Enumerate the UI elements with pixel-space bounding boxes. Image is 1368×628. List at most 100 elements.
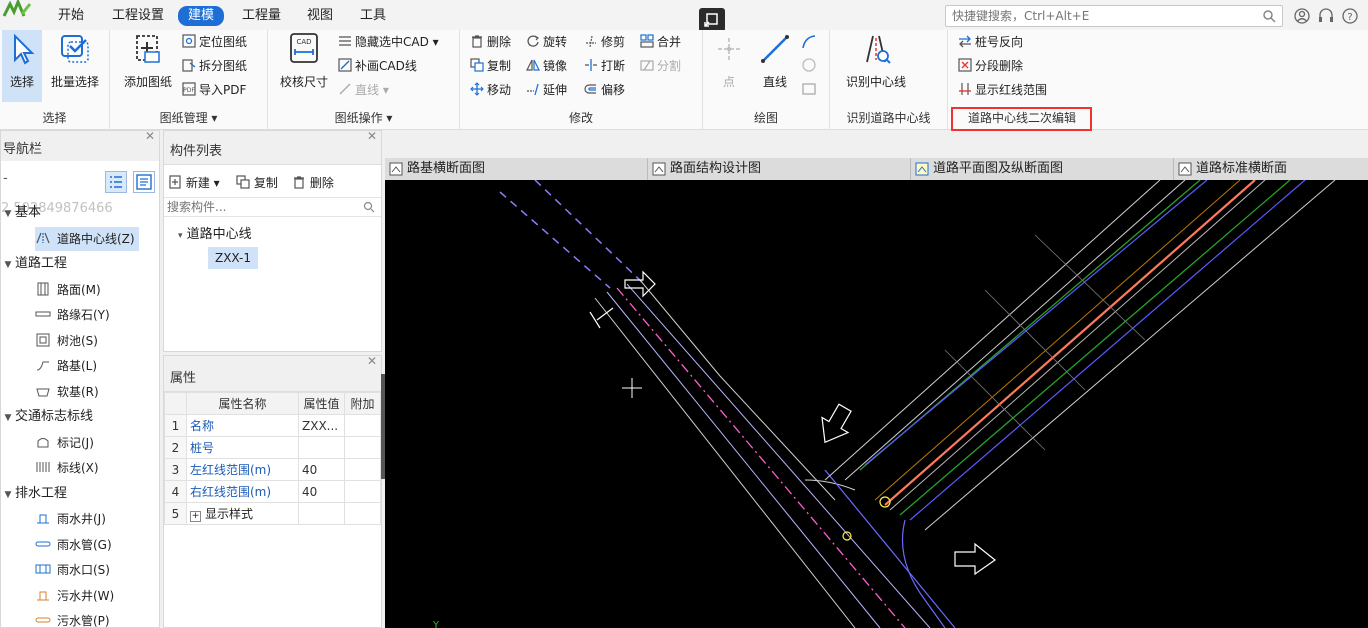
menu-tab-quantities[interactable]: 工程量 xyxy=(232,6,291,26)
property-additional[interactable] xyxy=(344,480,381,503)
property-value[interactable] xyxy=(298,436,345,459)
expand-plus-icon[interactable]: + xyxy=(190,511,201,522)
help-icon[interactable]: ? xyxy=(1341,7,1359,25)
nav-item[interactable]: 雨水管(G) xyxy=(35,533,116,557)
shortcut-search-box[interactable] xyxy=(945,5,1283,27)
close-icon[interactable]: ✕ xyxy=(367,129,377,143)
hide-selected-cad-button[interactable]: 隐藏选中CAD ▾ xyxy=(338,32,439,52)
component-group-centerline[interactable]: ▾ 道路中心线 xyxy=(178,223,252,242)
identify-centerline-button[interactable]: 识别中心线 xyxy=(836,30,916,102)
ribbon-group-identify-label: 识别道路中心线 xyxy=(846,111,931,125)
nav-item[interactable]: 污水管(P) xyxy=(35,609,114,628)
restore-window-button[interactable] xyxy=(699,8,725,32)
line-button-disabled[interactable]: 直线 ▾ xyxy=(338,80,389,100)
nav-item[interactable]: 路基(L) xyxy=(35,354,101,378)
close-icon[interactable]: ✕ xyxy=(145,129,155,143)
merge-button[interactable]: 合并 xyxy=(640,32,681,52)
new-component-button[interactable]: 新建 ▾ xyxy=(168,173,220,193)
nav-item[interactable]: 路缘石(Y) xyxy=(35,303,114,327)
nav-item[interactable]: 雨水口(S) xyxy=(35,558,114,582)
calibrate-size-button[interactable]: CAD 校核尺寸 xyxy=(272,30,336,102)
component-item-selected[interactable]: ZXX-1 xyxy=(208,247,258,269)
trim-button[interactable]: 修剪 xyxy=(584,32,625,52)
rotate-button[interactable]: 旋转 xyxy=(526,32,567,52)
ribbon-group-drawing-management-label[interactable]: 图纸管理 ▾ xyxy=(110,109,267,126)
menu-tab-project-settings[interactable]: 工程设置 xyxy=(102,6,174,26)
nav-item[interactable]: 道路中心线(Z) xyxy=(35,226,139,251)
component-search-input[interactable] xyxy=(167,200,357,214)
tab-road-plan-profile[interactable]: 道路平面图及纵断面图 xyxy=(911,158,1174,180)
menu-tab-view[interactable]: 视图 xyxy=(297,6,343,26)
nav-item[interactable]: 软基(R) xyxy=(35,380,103,404)
arc-icon[interactable] xyxy=(801,34,817,50)
shortcut-search-input[interactable] xyxy=(952,9,1252,23)
property-row[interactable]: 5 + 显示样式 xyxy=(164,502,381,525)
locate-drawing-button[interactable]: 定位图纸 xyxy=(182,32,247,52)
ribbon-group-drawing-operations-label[interactable]: 图纸操作 ▾ xyxy=(268,109,459,126)
select-button[interactable]: 选择 xyxy=(2,30,42,102)
nav-item[interactable]: 路面(M) xyxy=(35,278,105,302)
nav-category[interactable]: ▼ 交通标志标线 xyxy=(1,405,93,429)
split-button-disabled[interactable]: 分割 xyxy=(640,56,681,76)
tab-pavement-structure[interactable]: 路面结构设计图 xyxy=(648,158,911,180)
detail-view-button[interactable] xyxy=(133,171,155,193)
segment-delete-button[interactable]: 分段删除 xyxy=(958,56,1023,76)
property-value[interactable]: 40 xyxy=(298,458,345,481)
delete-component-button[interactable]: 删除 xyxy=(292,173,334,193)
copy-component-button[interactable]: 复制 xyxy=(236,173,278,193)
fill-cad-line-button[interactable]: 补画CAD线 xyxy=(338,56,417,76)
draw-line-button[interactable]: 直线 xyxy=(755,30,795,102)
property-row[interactable]: 4 右红线范围(m) 40 xyxy=(164,480,381,503)
draw-point-button[interactable]: 点 xyxy=(711,30,747,102)
copy-button[interactable]: 复制 xyxy=(470,56,511,76)
nav-filter-toggle[interactable]: - xyxy=(3,171,8,186)
cad-drawing-canvas[interactable]: Y xyxy=(385,180,1368,628)
tab-road-standard-cross-section[interactable]: 道路标准横断面 xyxy=(1174,158,1368,180)
menu-tab-tools[interactable]: 工具 xyxy=(350,6,396,26)
user-icon[interactable] xyxy=(1293,7,1311,25)
search-icon[interactable] xyxy=(363,201,375,213)
property-index: 3 xyxy=(164,458,187,481)
tab-subgrade-cross-section[interactable]: 路基横断面图 xyxy=(385,158,648,180)
circle-icon[interactable] xyxy=(801,57,817,73)
break-label: 打断 xyxy=(601,59,626,73)
property-value[interactable]: ZXX... xyxy=(298,414,345,437)
delete-button[interactable]: 删除 xyxy=(470,32,511,52)
menu-tab-start[interactable]: 开始 xyxy=(48,6,94,26)
nav-category[interactable]: ▼ 道路工程 xyxy=(1,252,67,276)
nav-item[interactable]: 污水井(W) xyxy=(35,584,118,608)
nav-item[interactable]: 标记(J) xyxy=(35,431,98,455)
nav-category[interactable]: ▼ 基本 xyxy=(1,201,41,225)
property-additional[interactable] xyxy=(344,502,381,525)
property-row[interactable]: 3 左红线范围(m) 40 xyxy=(164,458,381,481)
property-row[interactable]: 1 名称 ZXX... xyxy=(164,414,381,437)
menu-tab-modeling[interactable]: 建模 xyxy=(178,6,225,26)
component-search-box[interactable] xyxy=(164,197,381,217)
close-icon[interactable]: ✕ xyxy=(367,354,377,368)
property-additional[interactable] xyxy=(344,458,381,481)
add-drawing-button[interactable]: 添加图纸 xyxy=(118,30,178,102)
batch-select-button[interactable]: 批量选择 xyxy=(46,30,104,102)
split-drawing-button[interactable]: 拆分图纸 xyxy=(182,56,247,76)
move-button[interactable]: 移动 xyxy=(470,80,511,100)
break-button[interactable]: 打断 xyxy=(584,56,625,76)
list-view-button[interactable] xyxy=(105,171,127,193)
property-additional[interactable] xyxy=(344,414,381,437)
show-redline-range-button[interactable]: 显示红线范围 xyxy=(958,80,1047,100)
property-additional[interactable] xyxy=(344,436,381,459)
nav-item[interactable]: 雨水井(J) xyxy=(35,507,110,531)
rectangle-icon[interactable] xyxy=(801,81,817,97)
property-value[interactable] xyxy=(298,502,345,525)
property-value[interactable]: 40 xyxy=(298,480,345,503)
nav-category[interactable]: ▼ 排水工程 xyxy=(1,482,67,506)
import-pdf-button[interactable]: PDF 导入PDF xyxy=(182,80,246,100)
property-row[interactable]: 2 桩号 xyxy=(164,436,381,459)
extend-button[interactable]: 延伸 xyxy=(526,80,567,100)
nav-item[interactable]: 树池(S) xyxy=(35,329,102,353)
headset-icon[interactable] xyxy=(1317,7,1335,25)
search-icon[interactable] xyxy=(1262,9,1276,23)
offset-button[interactable]: 偏移 xyxy=(584,80,625,100)
mirror-button[interactable]: 镜像 xyxy=(526,56,567,76)
chainage-reverse-button[interactable]: 桩号反向 xyxy=(958,32,1023,52)
nav-item[interactable]: 标线(X) xyxy=(35,456,103,480)
